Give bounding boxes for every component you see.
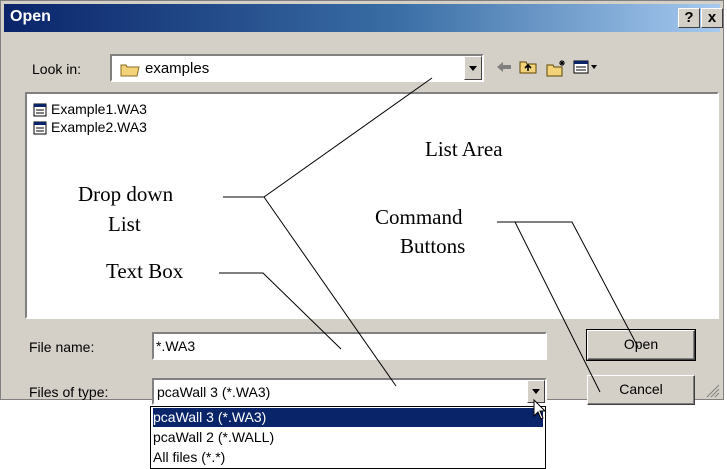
leader-open-button [497,221,639,348]
leader-text-box [219,272,342,350]
file-type-options-list[interactable]: pcaWall 3 (*.WA3) pcaWall 2 (*.WALL) All… [150,406,546,469]
annotation-lines [219,77,639,393]
dropdown-option[interactable]: pcaWall 2 (*.WALL) [153,428,543,447]
leader-dropdown-lookin [223,77,433,198]
dropdown-option[interactable]: pcaWall 3 (*.WA3) [153,408,543,427]
mouse-cursor-icon [533,398,547,426]
dropdown-option[interactable]: All files (*.*) [153,448,543,467]
leader-cancel-button [514,221,601,393]
leader-dropdown-type [263,196,397,387]
